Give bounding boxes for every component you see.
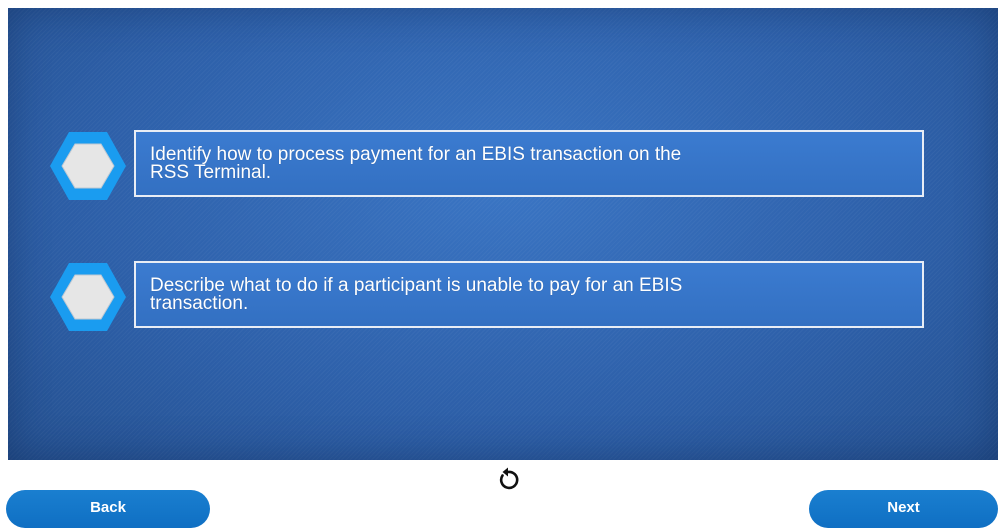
next-button[interactable]: Next — [809, 490, 998, 528]
objective-text-line: transaction. — [150, 293, 249, 314]
objective-text-box: Identify how to process payment for an E… — [134, 130, 924, 197]
objective-item: Identify how to process payment for an E… — [8, 126, 998, 206]
back-button[interactable]: Back — [6, 490, 210, 528]
objective-text-line: RSS Terminal. — [150, 162, 272, 183]
objective-item: Describe what to do if a participant is … — [8, 257, 998, 337]
objective-text-line: Describe what to do if a participant is … — [150, 275, 683, 296]
hexagon-icon — [50, 263, 126, 331]
replay-icon[interactable] — [494, 466, 522, 494]
hexagon-icon — [50, 132, 126, 200]
objective-text-box: Describe what to do if a participant is … — [134, 261, 924, 328]
slide-stage: Identify how to process payment for an E… — [8, 8, 998, 460]
